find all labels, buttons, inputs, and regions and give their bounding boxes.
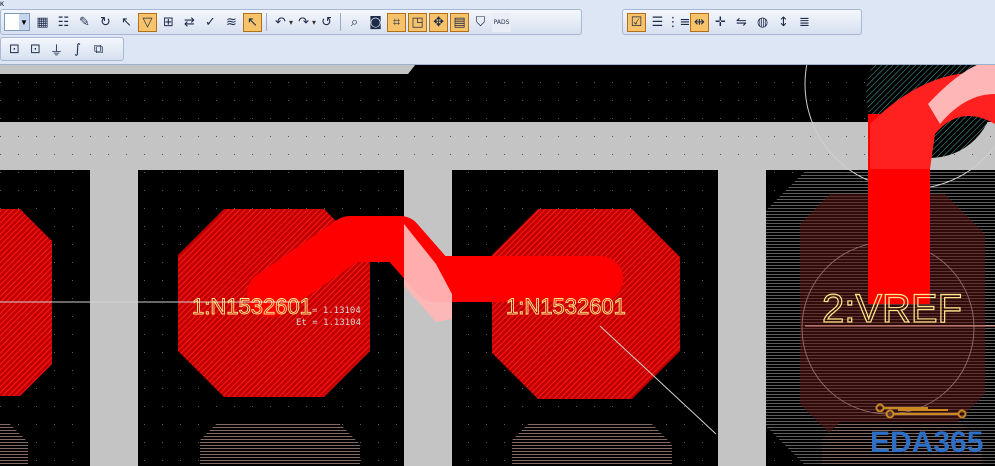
drc-toolbar: ☑ ☰ ⋮≡ ⇹ ✛ ⇋ ◍ ↕ ≣ bbox=[622, 9, 862, 35]
via-icon[interactable]: ◍ bbox=[753, 13, 772, 32]
undo-icon[interactable]: ↶ bbox=[271, 13, 290, 32]
lock-toolbar: ⊡ ⊡ ⏚ ∫ ⧉ bbox=[0, 37, 124, 61]
drc-check-icon[interactable]: ☑ bbox=[627, 12, 646, 32]
circuit-icon bbox=[875, 403, 967, 419]
layer-combo[interactable]: ▼ bbox=[4, 13, 30, 31]
repeat-icon[interactable]: ↺ bbox=[317, 13, 336, 32]
pcb-layout[interactable]: 1:N1532601 1:N1532601 2:VREF = 1.13104 E… bbox=[0, 64, 995, 466]
measure-readout: Et = 1.13104 bbox=[296, 318, 361, 328]
chevron-down-icon[interactable]: ▾ bbox=[312, 18, 316, 27]
ruler-icon[interactable]: ⊞ bbox=[159, 13, 178, 32]
arc-icon[interactable]: ∫ bbox=[68, 40, 87, 59]
pcb-canvas[interactable]: 1:N1532601 1:N1532601 2:VREF = 1.13104 E… bbox=[0, 64, 995, 466]
main-toolbar: ▼ ▦ ☷ ✎ ↻ ↖ ▽ ⊞ ⇄ ✓ ≋ ↖ ↶ ▾ ↷ ▾ ↺ ⌕ ◙ ⌗ ◳ ✥ ▤ ⛉ PADS bbox=[0, 9, 582, 35]
check-doc-icon[interactable]: ✓ bbox=[201, 13, 220, 32]
drc-filter-icon[interactable]: ▽ bbox=[138, 12, 157, 32]
toolbar-area: ĸ ▼ ▦ ☷ ✎ ↻ ↖ ▽ ⊞ ⇄ ✓ ≋ ↖ ↶ ▾ ↷ ▾ ↺ ⌕ ◙ ⌗ ◳ ✥ ▤ ⛉ PADS ☑ ☰ ⋮≡ ⇹ ✛… bbox=[0, 0, 995, 65]
undo-toolbar-group: ↶ ▾ ↷ ▾ ↺ bbox=[270, 13, 337, 32]
swap-pins-icon[interactable]: ⇋ bbox=[732, 13, 751, 32]
redo-icon[interactable]: ↷ bbox=[294, 13, 313, 32]
view-toolbar-group: ⌕ ◙ ⌗ ◳ ✥ ▤ ⛉ PADS bbox=[344, 12, 512, 32]
window-icon[interactable]: ◳ bbox=[408, 12, 428, 32]
hierarchy-icon[interactable]: ⋮≡ bbox=[667, 13, 691, 32]
chevron-down-icon[interactable]: ▾ bbox=[289, 18, 293, 27]
lock-all-icon[interactable]: ⊡ bbox=[26, 40, 45, 59]
zoom-icon[interactable]: ⌕ bbox=[345, 13, 364, 32]
measure-icon[interactable]: ↕ bbox=[774, 13, 793, 32]
menu-stub: ĸ bbox=[0, 0, 4, 8]
table-icon[interactable]: ▤ bbox=[450, 12, 470, 32]
lock-icon[interactable]: ⊡ bbox=[5, 40, 24, 59]
align-icon[interactable]: ⇹ bbox=[690, 12, 709, 32]
plane-grid bbox=[0, 122, 995, 170]
eda365-logo: EDA365 bbox=[870, 403, 983, 459]
ground-icon[interactable]: ⏚ bbox=[47, 40, 66, 59]
pin-icon[interactable]: ✎ bbox=[75, 13, 94, 32]
refresh-icon[interactable]: ↻ bbox=[96, 13, 115, 32]
view-3d-icon[interactable]: ◙ bbox=[366, 13, 385, 32]
lock-toolbar-group: ⊡ ⊡ ⏚ ∫ ⧉ bbox=[4, 40, 109, 59]
bottom-pad bbox=[200, 422, 360, 466]
edit-toolbar-group: ▦ ☷ ✎ ↻ ↖ ▽ ⊞ ⇄ ✓ ≋ ↖ bbox=[32, 12, 263, 32]
logo-text: EDA365 bbox=[870, 426, 983, 459]
filter-icon[interactable]: ⛉ bbox=[471, 13, 490, 32]
toolbar-separator bbox=[266, 13, 267, 31]
component-swap-icon[interactable]: ⇄ bbox=[180, 13, 199, 32]
select-mode-icon[interactable]: ↖ bbox=[243, 12, 262, 32]
chevron-down-icon[interactable]: ▼ bbox=[19, 14, 29, 30]
pad-label: 1:N1532601 bbox=[506, 294, 626, 319]
checklist-icon[interactable]: ☰ bbox=[648, 13, 667, 32]
list-icon[interactable]: ☷ bbox=[54, 13, 73, 32]
pads-icon[interactable]: PADS bbox=[492, 12, 512, 32]
toolbar-separator bbox=[340, 13, 342, 31]
bottom-pad bbox=[512, 422, 672, 466]
drc-toolbar-group: ☑ ☰ ⋮≡ ⇹ ✛ ⇋ ◍ ↕ ≣ bbox=[626, 12, 815, 32]
properties-icon[interactable]: ▦ bbox=[33, 13, 52, 32]
pad-label: 1:N1532601 bbox=[192, 294, 312, 319]
net-highlight-icon[interactable]: ≋ bbox=[222, 13, 241, 32]
split-icon[interactable]: ⧉ bbox=[89, 40, 108, 59]
spread-icon[interactable]: ✛ bbox=[711, 13, 730, 32]
select-arrow-icon[interactable]: ↖ bbox=[117, 13, 136, 32]
report-icon[interactable]: ≣ bbox=[795, 13, 814, 32]
move-icon[interactable]: ✥ bbox=[429, 12, 449, 32]
plane-edge bbox=[0, 64, 416, 74]
pad-label: 2:VREF bbox=[822, 287, 962, 331]
route-icon[interactable]: ⌗ bbox=[387, 12, 407, 32]
measure-readout: = 1.13104 bbox=[312, 306, 361, 316]
